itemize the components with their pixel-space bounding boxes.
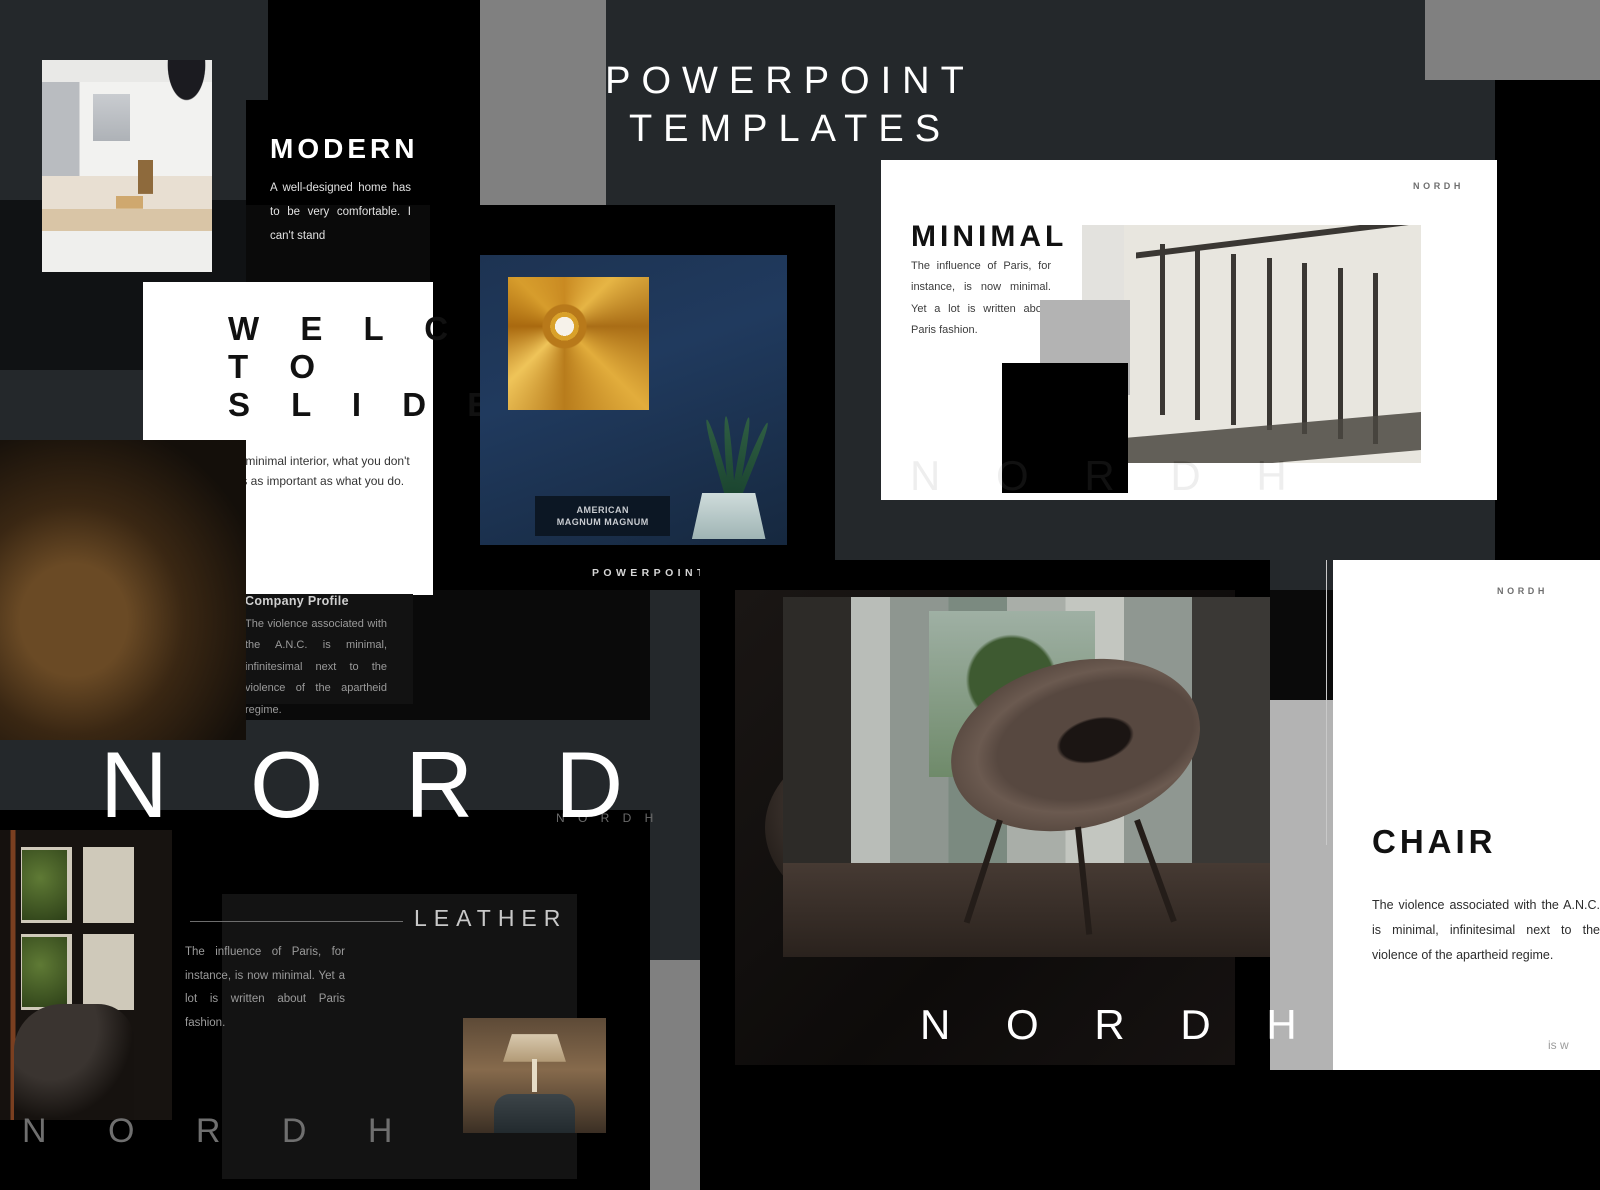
bottom-left-wordmark: N O R D H [22, 1112, 419, 1150]
armchair-decor [494, 1093, 575, 1133]
chair-body: The violence associated with the A.N.C. … [1372, 898, 1600, 962]
sofa-decor [13, 1004, 135, 1120]
vase-decor [691, 492, 766, 540]
stairs-photo [1124, 225, 1421, 463]
poster-line1: AMERICAN [576, 505, 630, 516]
kitchen-photo [42, 60, 212, 272]
minimal-title: MINIMAL [911, 220, 1068, 253]
poster-canvas: MODERN A well-designed home has to be ve… [0, 0, 1600, 1190]
lamp-photo [463, 1018, 606, 1133]
leather-title: LEATHER [414, 905, 568, 931]
stair-rail-top [1135, 225, 1421, 259]
stair-bar-2 [1195, 248, 1201, 421]
modern-body: A well-designed home has to be very comf… [270, 182, 411, 243]
nordh-banner-title: N O R D H [100, 732, 802, 837]
chair-main-photo [783, 597, 1270, 957]
rug-decor [783, 863, 1270, 957]
window-photo [0, 830, 172, 1120]
welcome-line3: S L I D E [228, 386, 506, 423]
bg-panel-right-edge [1495, 80, 1600, 590]
modern-title: MODERN [270, 133, 419, 164]
stair-bar-1 [1159, 244, 1165, 416]
minimal-body: The influence of Paris, for instance, is… [911, 260, 1051, 337]
window-pane-4 [82, 934, 135, 1010]
chair-slide-divider [1326, 560, 1327, 845]
bg-panel-top-right [1425, 0, 1600, 80]
bg-panel-lower-gray [650, 960, 702, 1190]
foliage-1 [22, 850, 68, 920]
lampshade-decor [503, 1034, 566, 1062]
foliage-2 [22, 937, 68, 1007]
stair-bar-6 [1337, 267, 1343, 440]
hero-title-line2: TEMPLATES [628, 108, 952, 150]
stair-bar-4 [1266, 258, 1272, 430]
chair-corner-tag: NORDH [1497, 586, 1548, 596]
leather-divider [190, 921, 403, 922]
mirror-poster: AMERICAN MAGNUM MAGNUM [535, 495, 671, 537]
chair-photo-wordmark: N O R D H [920, 1001, 1319, 1048]
mirror-photo: AMERICAN MAGNUM MAGNUM [480, 255, 787, 545]
lamp-stem-decor [531, 1059, 538, 1092]
minimal-wordmark: N O R D H [910, 452, 1309, 499]
company-profile-body: The violence associated with the A.N.C. … [245, 618, 387, 716]
company-profile-title: Company Profile [245, 594, 349, 608]
bg-panel-chair-slide [1333, 560, 1600, 1070]
welcome-body: In a minimal interior, what you don't do… [222, 454, 410, 488]
leather-body: The influence of Paris, for instance, is… [185, 946, 345, 1029]
bg-panel-upper-mid [246, 0, 268, 100]
chair-title: CHAIR [1372, 823, 1497, 860]
hero-title-line1: POWERPOINT [605, 60, 975, 102]
powerpoint-footer: POWERPOINT [592, 567, 708, 579]
leather-sofa-photo [0, 440, 246, 740]
bg-panel-bottom-strip [1270, 1070, 1600, 1190]
poster-line2: MAGNUM MAGNUM [556, 517, 649, 528]
bg-panel-bottom-mid [700, 1065, 1270, 1190]
minimal-corner-tag: NORDH [1413, 181, 1464, 191]
chair-cut-text: is w [1548, 1038, 1569, 1052]
stair-bar-3 [1230, 253, 1236, 425]
window-pane-2 [82, 847, 135, 923]
stair-bar-5 [1302, 263, 1308, 435]
